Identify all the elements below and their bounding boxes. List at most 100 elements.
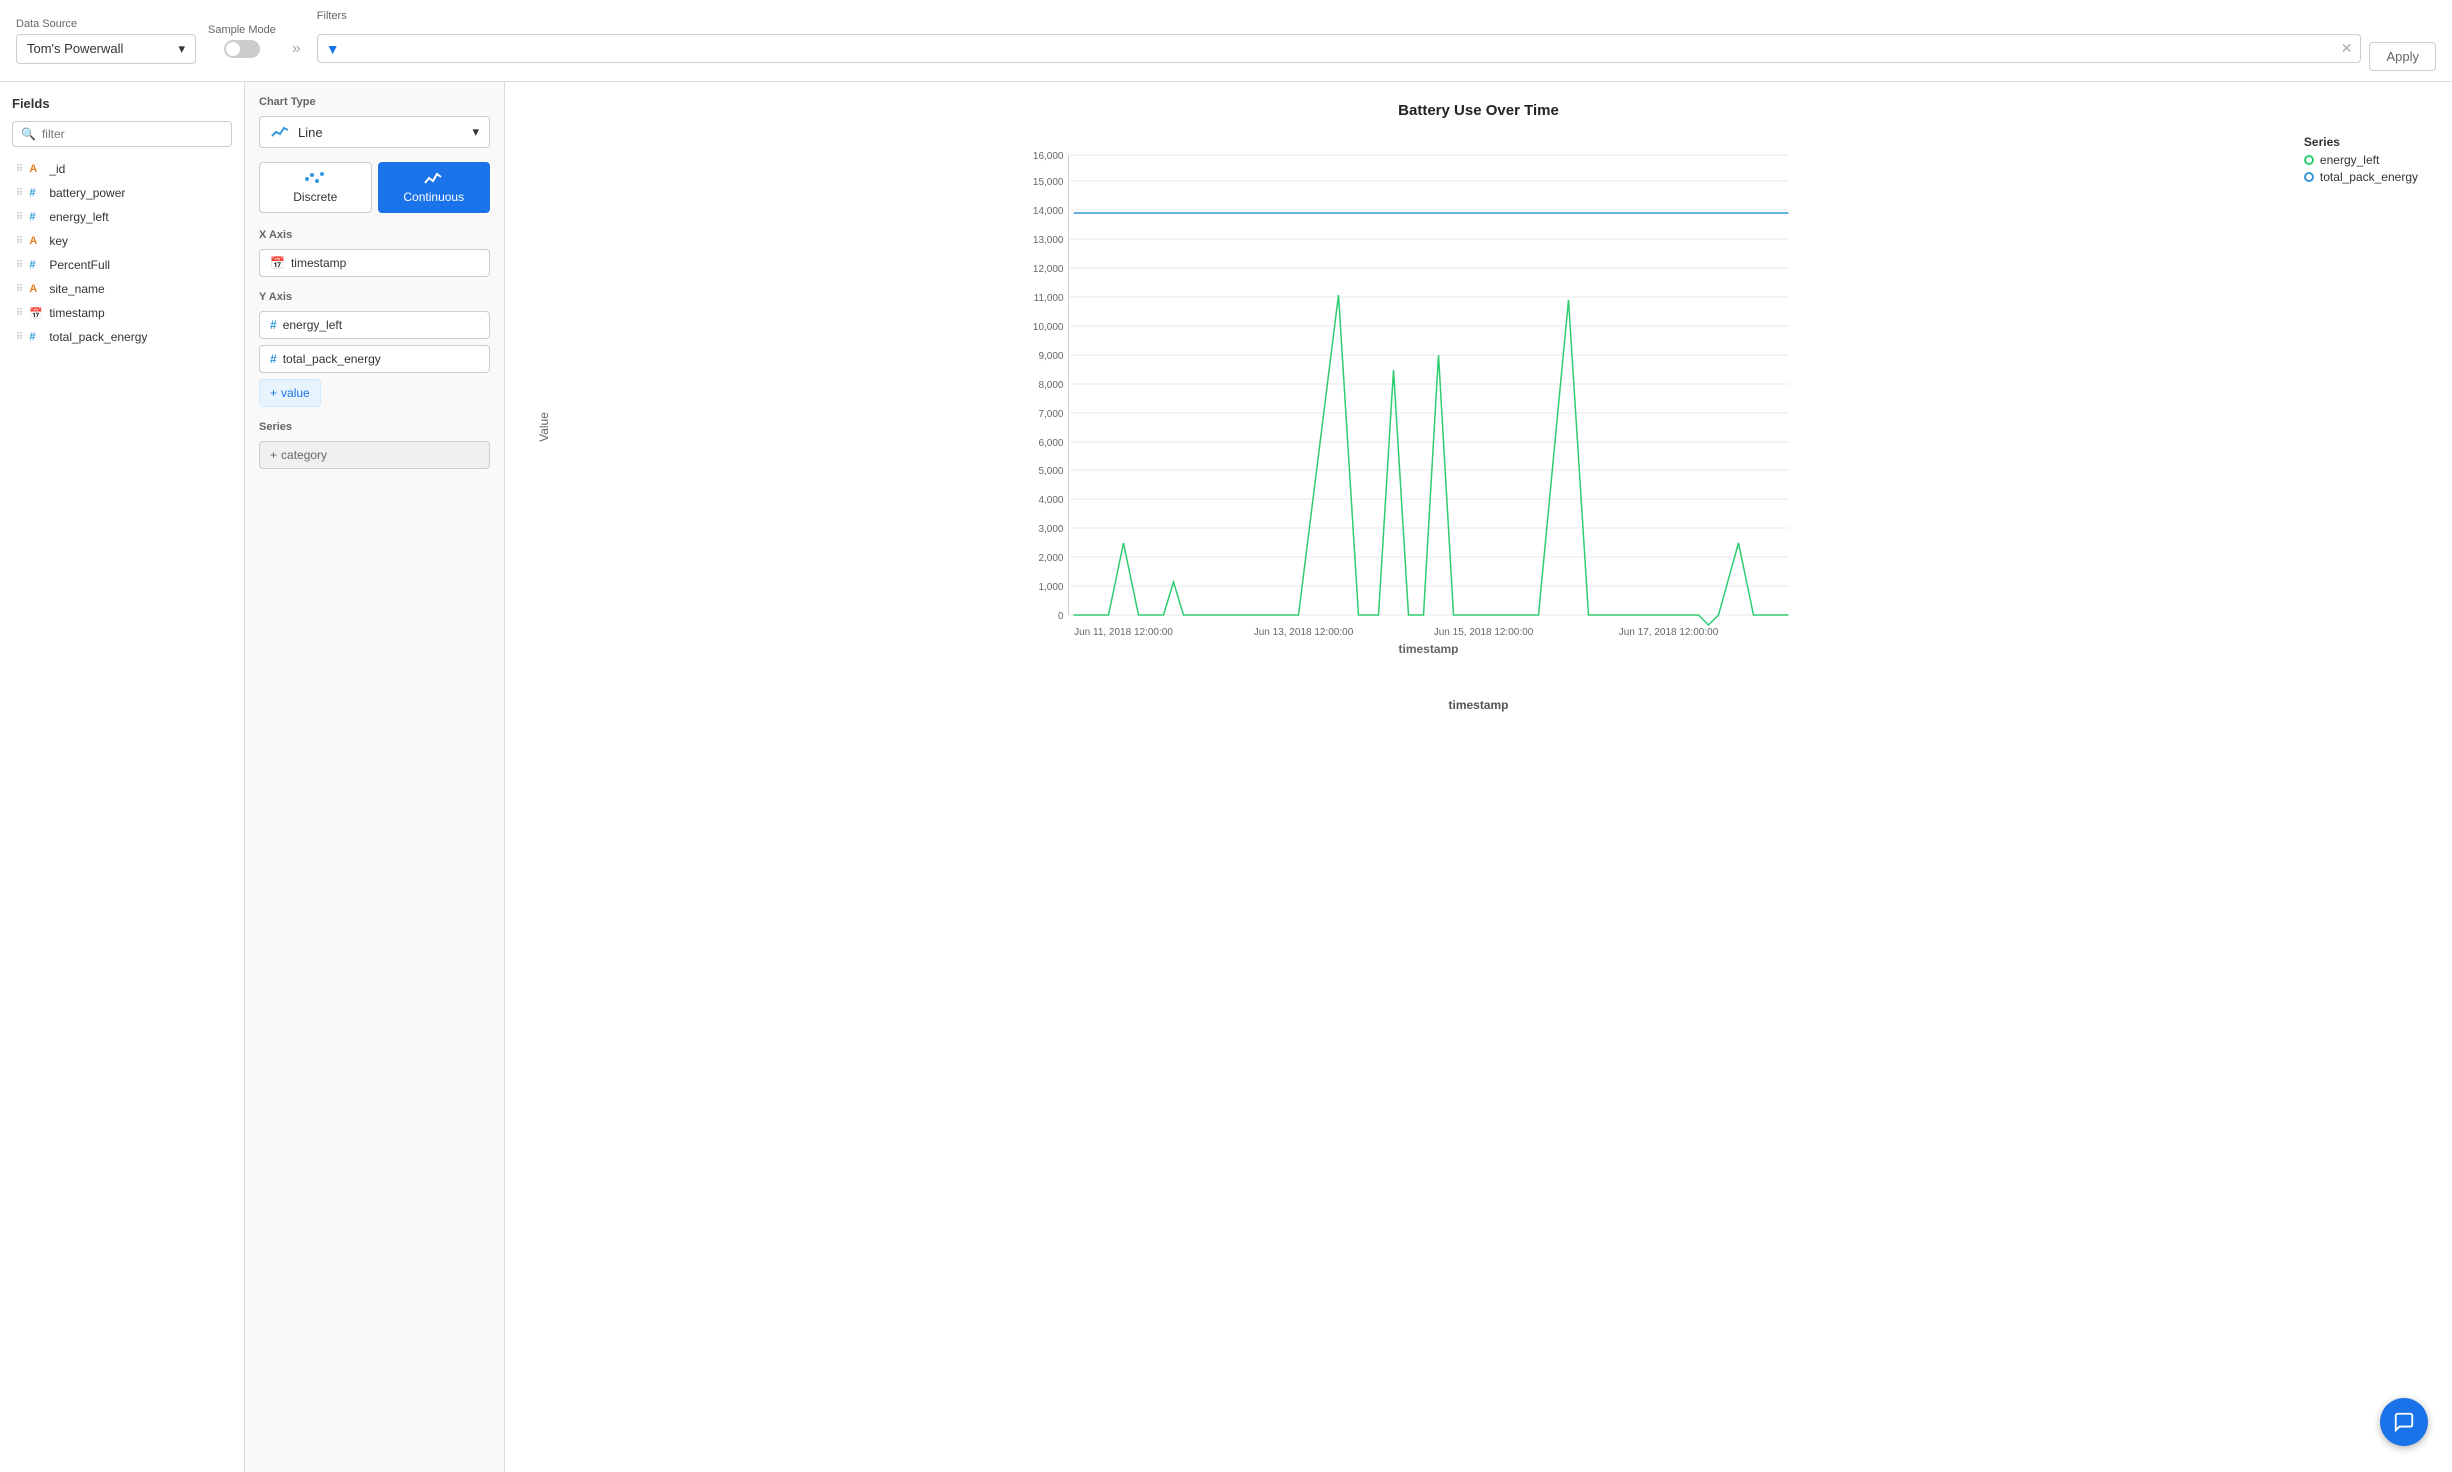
legend-label-total-pack-energy: total_pack_energy (2320, 170, 2418, 184)
x-axis-label: X Axis (259, 229, 490, 241)
drag-handle-icon: ⠿ (16, 260, 23, 271)
search-icon: 🔍 (21, 127, 36, 141)
svg-text:11,000: 11,000 (1034, 293, 1064, 304)
x-tick-labels: Jun 11, 2018 12:00:00 Jun 13, 2018 12:00… (1074, 627, 1719, 638)
drag-handle-icon: ⠿ (16, 236, 23, 247)
y-axis-section: Y Axis # energy_left # total_pack_energy… (259, 291, 490, 407)
svg-text:15,000: 15,000 (1033, 177, 1064, 188)
svg-text:5,000: 5,000 (1038, 466, 1063, 477)
discrete-continuous-row: Discrete Continuous (259, 162, 490, 213)
svg-text:Jun 17, 2018 12:00:00: Jun 17, 2018 12:00:00 (1619, 627, 1719, 638)
field-item-id[interactable]: ⠿ A _id (12, 157, 232, 181)
number-icon: # (270, 318, 277, 332)
filters-section: Filters ▼ ✕ Apply (317, 10, 2436, 71)
field-name: key (49, 234, 68, 248)
chart-area: Battery Use Over Time Value Series energ… (505, 82, 2452, 1472)
field-item-timestamp[interactable]: ⠿ 📅 timestamp (12, 301, 232, 325)
field-name: site_name (49, 282, 104, 296)
chart-type-select[interactable]: Line ▾ (259, 116, 490, 148)
legend-item-total-pack-energy: total_pack_energy (2304, 170, 2418, 184)
svg-text:Jun 15, 2018 12:00:00: Jun 15, 2018 12:00:00 (1434, 627, 1534, 638)
y-axis-field-energy-left[interactable]: # energy_left (259, 311, 490, 339)
y-axis-label: Y Axis (259, 291, 490, 303)
plus-icon: + (270, 448, 277, 462)
type-icon-string: A (29, 163, 43, 175)
field-item-total-pack-energy[interactable]: ⠿ # total_pack_energy (12, 325, 232, 349)
filters-label: Filters (317, 10, 2436, 22)
config-panel: Chart Type Line ▾ Discrete (245, 82, 505, 1472)
svg-text:16,000: 16,000 (1033, 151, 1064, 162)
x-axis-section: X Axis 📅 timestamp (259, 229, 490, 277)
apply-button[interactable]: Apply (2369, 42, 2436, 71)
type-icon-string: A (29, 235, 43, 247)
drag-handle-icon: ⠿ (16, 332, 23, 343)
sample-mode-toggle[interactable] (224, 40, 260, 58)
y-axis-label: Value (537, 412, 551, 442)
field-item-energy-left[interactable]: ⠿ # energy_left (12, 205, 232, 229)
y-tick-labels: 0 1,000 2,000 3,000 4,000 5,000 6,000 7,… (1033, 151, 1064, 622)
svg-text:7,000: 7,000 (1038, 409, 1063, 420)
chart-grid (1069, 155, 1789, 615)
filter-clear-button[interactable]: ✕ (2341, 40, 2353, 57)
number-icon: # (270, 352, 277, 366)
discrete-label: Discrete (293, 190, 337, 204)
drag-handle-icon: ⠿ (16, 164, 23, 175)
dropdown-arrow-icon: ▾ (178, 41, 185, 57)
filter-funnel-icon: ▼ (326, 41, 340, 57)
add-value-button[interactable]: + value (259, 379, 321, 407)
sample-mode-section: Sample Mode (208, 24, 276, 58)
field-item-battery-power[interactable]: ⠿ # battery_power (12, 181, 232, 205)
svg-text:Jun 11, 2018 12:00:00: Jun 11, 2018 12:00:00 (1074, 627, 1173, 638)
continuous-button[interactable]: Continuous (378, 162, 491, 213)
data-source-value: Tom's Powerwall (27, 41, 123, 56)
chart-type-value: Line (298, 125, 323, 140)
svg-text:3,000: 3,000 (1038, 524, 1063, 535)
chat-icon (2393, 1411, 2415, 1433)
add-value-label: value (281, 386, 310, 400)
legend-dot-blue (2304, 172, 2314, 182)
type-icon-number: # (29, 211, 43, 223)
svg-text:14,000: 14,000 (1033, 206, 1064, 217)
main-area: Fields 🔍 ⠿ A _id ⠿ # battery_power ⠿ # e… (0, 82, 2452, 1472)
drag-handle-icon: ⠿ (16, 188, 23, 199)
svg-text:9,000: 9,000 (1038, 351, 1063, 362)
svg-text:6,000: 6,000 (1038, 438, 1063, 449)
svg-text:0: 0 (1058, 611, 1064, 622)
y-axis-field-total-pack-energy[interactable]: # total_pack_energy (259, 345, 490, 373)
series-label: Series (259, 421, 490, 433)
add-category-button[interactable]: + category (259, 441, 490, 469)
svg-text:10,000: 10,000 (1033, 322, 1064, 333)
filter-input[interactable] (346, 41, 2335, 56)
type-icon-calendar: 📅 (29, 307, 43, 320)
line-chart-icon (270, 124, 290, 140)
discrete-icon (304, 171, 326, 187)
y-axis-field-name-2: total_pack_energy (283, 352, 381, 366)
energy-left-line (1074, 295, 1789, 625)
continuous-icon (423, 171, 445, 187)
field-name: battery_power (49, 186, 125, 200)
field-item-site-name[interactable]: ⠿ A site_name (12, 277, 232, 301)
field-item-key[interactable]: ⠿ A key (12, 229, 232, 253)
x-axis-label-text: timestamp (1398, 642, 1458, 655)
data-source-label: Data Source (16, 18, 196, 30)
svg-text:2,000: 2,000 (1038, 553, 1063, 564)
chart-legend: Series energy_left total_pack_energy (2304, 135, 2418, 187)
series-section: Series + category (259, 421, 490, 469)
svg-text:13,000: 13,000 (1033, 235, 1064, 246)
field-name: PercentFull (49, 258, 110, 272)
field-name: energy_left (49, 210, 108, 224)
chart-svg: 0 1,000 2,000 3,000 4,000 5,000 6,000 7,… (589, 135, 2248, 655)
filter-input-row: ▼ ✕ (317, 34, 2362, 63)
x-axis-field-tag[interactable]: 📅 timestamp (259, 249, 490, 277)
fields-panel-title: Fields (12, 96, 232, 111)
data-source-select[interactable]: Tom's Powerwall ▾ (16, 34, 196, 64)
field-item-percent-full[interactable]: ⠿ # PercentFull (12, 253, 232, 277)
field-search-input[interactable] (42, 127, 223, 141)
drag-handle-icon: ⠿ (16, 212, 23, 223)
chat-button[interactable] (2380, 1398, 2428, 1446)
discrete-button[interactable]: Discrete (259, 162, 372, 213)
type-icon-string: A (29, 283, 43, 295)
type-icon-number: # (29, 331, 43, 343)
dropdown-arrow-icon: ▾ (472, 124, 479, 140)
legend-title: Series (2304, 135, 2418, 149)
